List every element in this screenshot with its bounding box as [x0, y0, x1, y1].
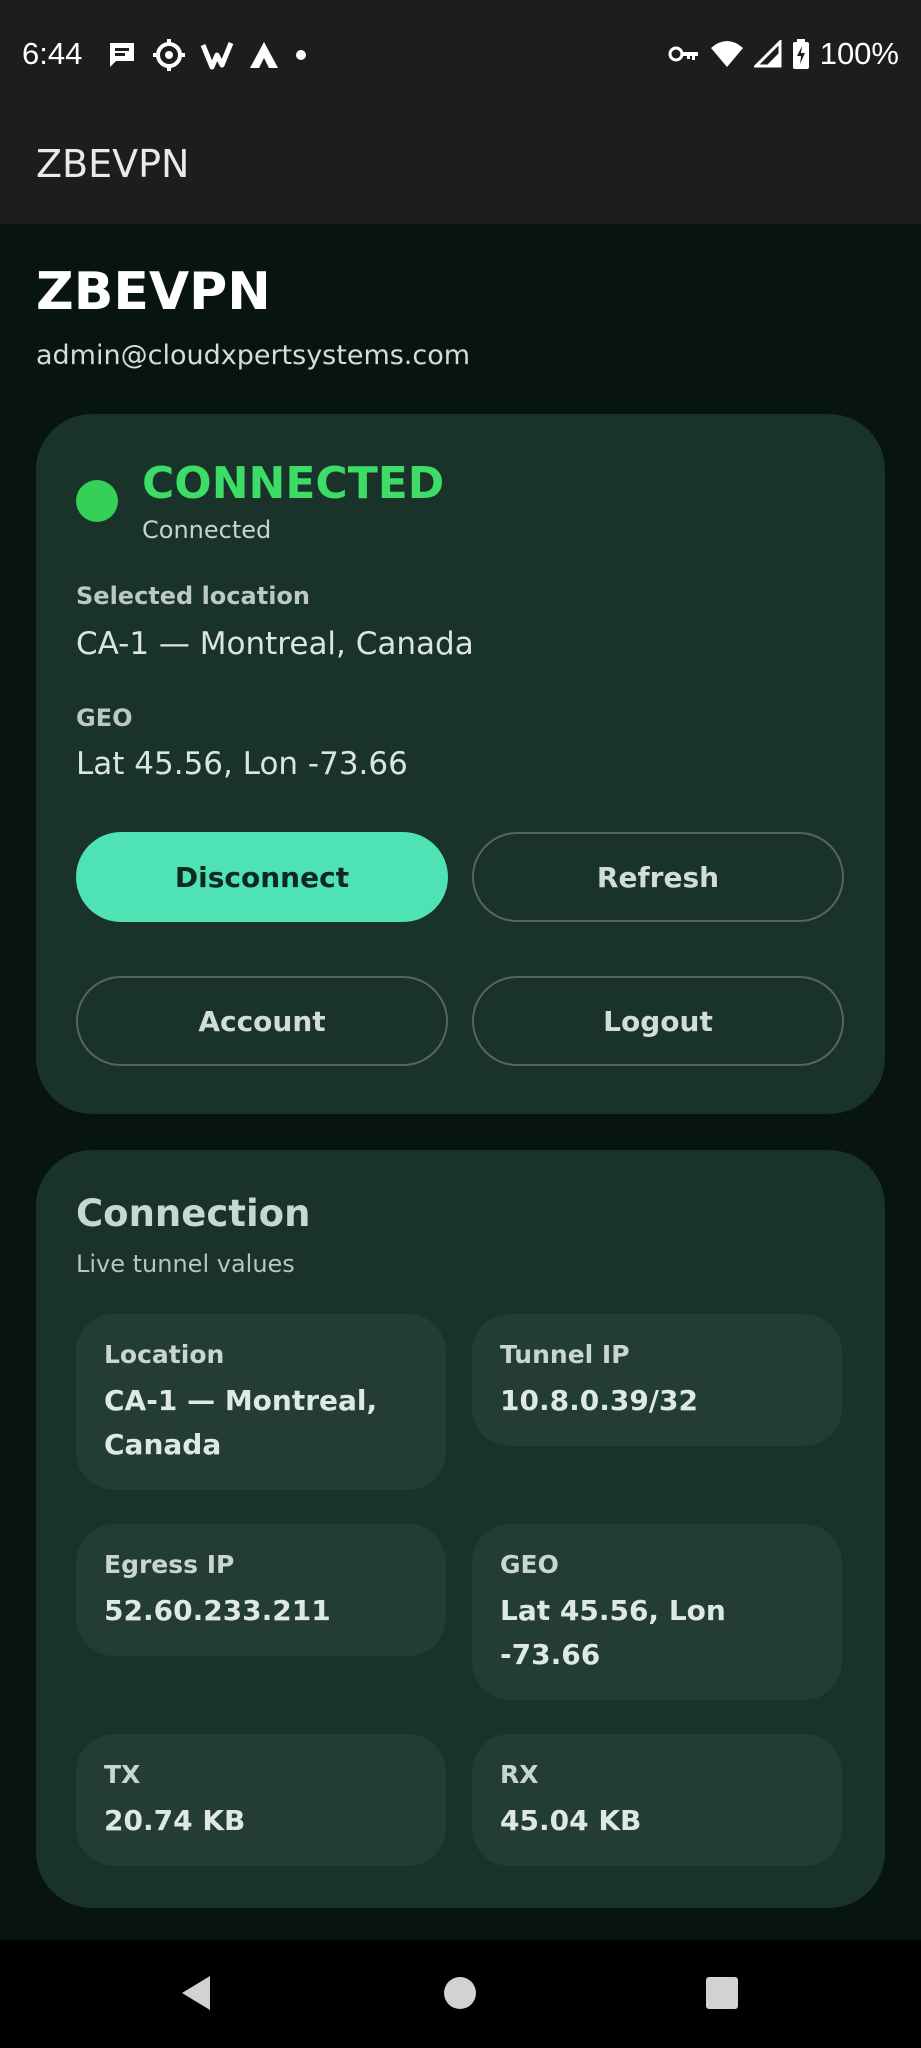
tile-value: CA-1 — Montreal, Canada [104, 1384, 378, 1461]
tile-label: RX [500, 1760, 539, 1789]
cell-signal-icon [753, 40, 782, 68]
selected-location-label: Selected location [76, 582, 310, 610]
logout-button[interactable]: Logout [472, 976, 844, 1066]
system-nav-bar [0, 1940, 921, 2048]
connection-status: CONNECTED [142, 458, 445, 509]
page-title: ZBEVPN [36, 262, 271, 322]
connection-subtitle: Live tunnel values [76, 1250, 295, 1278]
app-bar: ZBEVPN [0, 112, 921, 224]
status-time: 6:44 [22, 36, 83, 71]
egress-ip-tile: Egress IP 52.60.233.211 [76, 1524, 446, 1656]
account-email: admin@cloudxpertsystems.com [36, 340, 471, 371]
recents-icon[interactable] [704, 1968, 740, 2018]
tile-value: 45.04 KB [500, 1804, 642, 1837]
tile-value: Lat 45.56, Lon -73.66 [500, 1594, 726, 1671]
connection-card: Connection Live tunnel values Location C… [36, 1150, 885, 1908]
wifi-icon [710, 41, 743, 67]
connection-title: Connection [76, 1192, 311, 1235]
tile-label: Tunnel IP [500, 1340, 630, 1369]
status-card: CONNECTED Connected Selected location CA… [36, 414, 885, 1114]
triangle-app-icon [250, 42, 278, 68]
message-icon [110, 43, 134, 67]
connection-status-detail: Connected [142, 516, 272, 544]
tile-value: 10.8.0.39/32 [500, 1384, 698, 1417]
rx-tile: RX 45.04 KB [472, 1734, 842, 1866]
account-button[interactable]: Account [76, 976, 448, 1066]
tile-label: Egress IP [104, 1550, 235, 1579]
vpn-app-icon [200, 42, 234, 70]
status-right: 100% [668, 36, 899, 72]
battery-icon [792, 39, 809, 69]
location-tile: Location CA-1 — Montreal, Canada [76, 1314, 446, 1490]
geo-value: Lat 45.56, Lon -73.66 [76, 746, 408, 782]
vpn-key-icon [668, 46, 698, 62]
back-icon[interactable] [176, 1968, 216, 2018]
tile-label: TX [104, 1760, 141, 1789]
notification-icons [106, 38, 308, 72]
geo-label: GEO [76, 704, 133, 732]
selected-location-value: CA-1 — Montreal, Canada [76, 626, 474, 662]
disconnect-button[interactable]: Disconnect [76, 832, 448, 922]
app-bar-title: ZBEVPN [36, 142, 190, 186]
tile-value: 52.60.233.211 [104, 1594, 331, 1627]
tunnel-ip-tile: Tunnel IP 10.8.0.39/32 [472, 1314, 842, 1446]
settings-gear-icon [153, 39, 185, 71]
status-bar: 6:44 100% [0, 0, 921, 112]
tile-value: 20.74 KB [104, 1804, 246, 1837]
home-icon[interactable] [442, 1968, 478, 2018]
status-indicator-dot [76, 480, 118, 522]
tile-label: GEO [500, 1550, 559, 1579]
tx-tile: TX 20.74 KB [76, 1734, 446, 1866]
tile-label: Location [104, 1340, 225, 1369]
refresh-button[interactable]: Refresh [472, 832, 844, 922]
battery-percent: 100% [819, 36, 899, 71]
geo-tile: GEO Lat 45.56, Lon -73.66 [472, 1524, 842, 1700]
dot-icon [296, 50, 306, 60]
